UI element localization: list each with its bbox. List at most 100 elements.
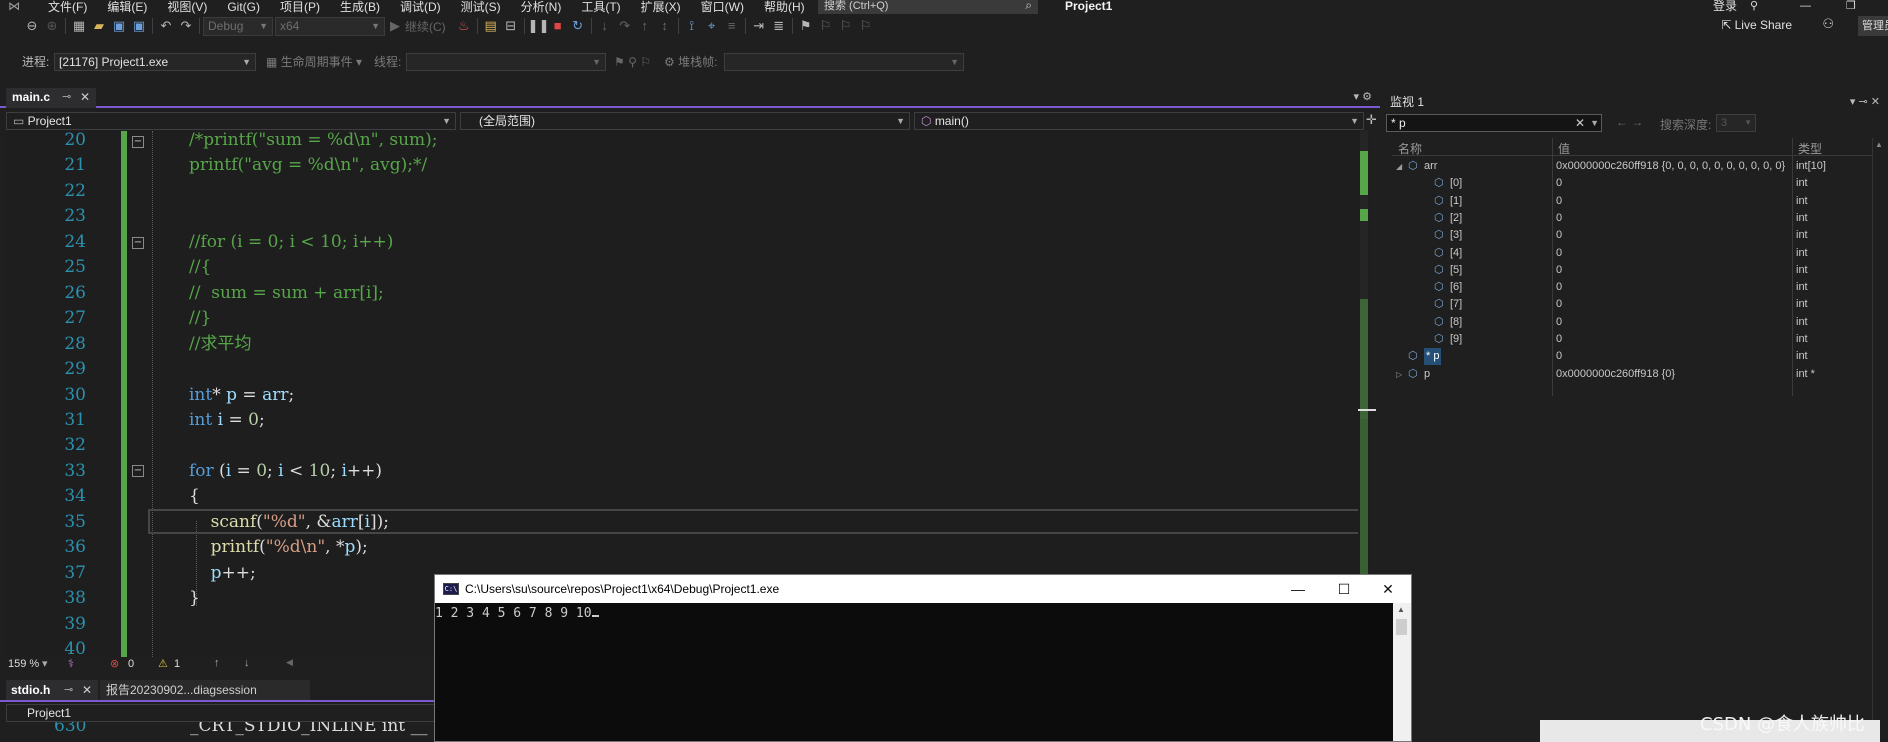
live-share-button[interactable]: ⇱ Live Share [1721,16,1792,34]
menu-file[interactable]: 文件(F) [48,0,87,14]
menu-git[interactable]: Git(G) [227,0,260,14]
pin-icon[interactable]: ⊸ [64,680,73,700]
search-prev-next-icons[interactable]: ← → [1616,114,1643,130]
warning-icon[interactable]: ⚠ [158,657,168,670]
menu-analyze[interactable]: 分析(N) [521,0,562,14]
watch-name[interactable]: [9] [1450,331,1462,348]
step-over-icon[interactable]: ↷ [615,16,635,36]
admin-badge[interactable]: 管理员 [1858,16,1888,36]
menu-view[interactable]: 视图(V) [167,0,207,14]
layout-icon[interactable]: ⊟ [501,16,521,36]
indent-icon[interactable]: ⇥ [749,16,769,36]
close-icon[interactable]: ✕ [82,680,92,700]
thread-icon[interactable]: ≡ [722,16,742,36]
code-line[interactable]: 21 printf("avg = %d\n", avg);*/ [6,153,1358,178]
code-line[interactable]: 27 //} [6,306,1358,331]
feedback-icon[interactable]: ⚇ [1822,16,1834,32]
menu-build[interactable]: 生成(B) [340,0,380,14]
watch-row[interactable]: ⬡ [3] 0 int [1392,227,1872,244]
lifecycle-events-button[interactable]: ▦ 生命周期事件 ▾ [266,55,362,69]
fold-collapse-icon[interactable]: − [132,237,144,249]
watch-row[interactable]: ⬡ [5] 0 int [1392,262,1872,279]
split-editor-icon[interactable]: ✛ [1366,112,1377,128]
back-nav-icon[interactable]: ⊖ [22,16,42,36]
zoom-chevron-icon[interactable]: ▾ [42,657,48,670]
thread-select[interactable]: ▼ [406,53,606,71]
expand-toggle-icon[interactable]: ◢ [1396,158,1402,175]
arrow-up-icon[interactable]: ↑ [214,657,220,669]
watch-row[interactable]: ⬡ [6] 0 int [1392,279,1872,296]
open-folder-icon[interactable]: ▰ [89,16,109,36]
menu-debug[interactable]: 调试(D) [400,0,441,14]
continue-button[interactable]: 继续(C) [405,18,446,35]
code-line[interactable]: 29 [6,357,1358,382]
global-search-input[interactable]: 搜索 (Ctrl+Q) ⌕ [818,0,1038,14]
console-scrollbar[interactable]: ▲ [1393,603,1411,741]
scroll-up-icon[interactable]: ▲ [1397,605,1405,614]
forward-nav-icon[interactable]: ⊕ [42,16,62,36]
solution-platform-select[interactable]: x64 ▼ [275,16,385,36]
watch-value[interactable]: 0x0000000c260ff918 {0, 0, 0, 0, 0, 0, 0,… [1556,158,1785,175]
scroll-up-icon[interactable]: ▲ [1875,140,1883,149]
watch-value[interactable]: 0 [1556,193,1562,210]
process-select[interactable]: [21176] Project1.exe ▼ [54,53,256,71]
bookmark-icon[interactable]: ⚑ [796,16,816,36]
menu-tools[interactable]: 工具(T) [581,0,620,14]
comment-icon[interactable]: ≣ [769,16,789,36]
clear-search-icon[interactable]: ✕ [1575,115,1585,131]
watch-name[interactable]: [0] [1450,175,1462,192]
code-line[interactable]: 31 int i = 0; [6,408,1358,433]
chevron-down-icon[interactable]: ▼ [1590,115,1599,131]
search-depth-select[interactable]: 3 ▼ [1716,114,1756,132]
watch-name[interactable]: arr [1424,158,1437,175]
code-line[interactable]: 34 { [6,484,1358,509]
step-icon[interactable]: ↕ [655,16,675,36]
watch-name[interactable]: [3] [1450,227,1462,244]
cursor-icon[interactable]: ⌖ [702,16,722,36]
stackframe-select[interactable]: ▼ [724,53,964,71]
watch-name[interactable]: p [1424,366,1430,383]
watch-vertical-scrollbar[interactable]: ▲ [1872,138,1886,742]
code-line[interactable]: 35 scanf("%d", &arr[i]); [6,510,1358,535]
watch-value[interactable]: 0 [1556,331,1562,348]
save-icon[interactable]: ▣ [109,16,129,36]
maximize-icon[interactable]: ☐ [1321,575,1367,603]
watch-value[interactable]: 0 [1556,227,1562,244]
step-into-icon[interactable]: ↓ [595,16,615,36]
sign-in-link[interactable]: 登录 [1713,0,1737,13]
copilot-icon[interactable]: ⚕ [68,657,74,670]
expand-toggle-icon[interactable]: ▷ [1396,366,1402,383]
watch-row[interactable]: ⬡ [2] 0 int [1392,210,1872,227]
project-scope-select[interactable]: ▭ Project1 ▼ [6,112,456,130]
column-header-type[interactable]: 类型 [1798,140,1822,157]
watch-value[interactable]: 0 [1556,348,1562,365]
menu-help[interactable]: 帮助(H) [764,0,805,14]
watch-row[interactable]: ⬡ * p 0 int [1392,348,1872,366]
watch-row[interactable]: ⬡ [0] 0 int [1392,175,1872,192]
code-line[interactable]: 36 printf("%d\n", *p); [6,535,1358,560]
new-item-icon[interactable]: ▦ [69,16,89,36]
watch-value[interactable]: 0 [1556,175,1562,192]
close-icon[interactable]: ✕ [1365,575,1411,603]
menu-project[interactable]: 项目(P) [280,0,320,14]
watch-value[interactable]: 0 [1556,245,1562,262]
watch-name[interactable]: [2] [1450,210,1462,227]
global-scope-select[interactable]: (全局范围) ▼ [460,112,910,130]
redo-icon[interactable]: ↷ [176,16,196,36]
fold-collapse-icon[interactable]: − [132,136,144,148]
continue-play-icon[interactable]: ▶ [385,16,405,36]
watch-row[interactable]: ⬡ [9] 0 int [1392,331,1872,348]
watch-name[interactable]: [5] [1450,262,1462,279]
console-window[interactable]: C:\ C:\Users\su\source\repos\Project1\x6… [434,574,1412,742]
diagnostics-icon[interactable]: ⟟ [682,16,702,36]
menu-window[interactable]: 窗口(W) [701,0,744,14]
watch-value[interactable]: 0 [1556,314,1562,331]
prev-bookmark-icon[interactable]: ⚐ [816,16,836,36]
tab-stdio-h[interactable]: stdio.h ⊸ ✕ [6,680,98,700]
code-line[interactable]: 22 [6,179,1358,204]
menu-edit[interactable]: 编辑(E) [107,0,147,14]
code-line[interactable]: 23 [6,204,1358,229]
watch-name[interactable]: [8] [1450,314,1462,331]
fold-collapse-icon[interactable]: − [132,465,144,477]
tab-overflow-icon[interactable]: ▾ ⚙ [1354,90,1372,103]
